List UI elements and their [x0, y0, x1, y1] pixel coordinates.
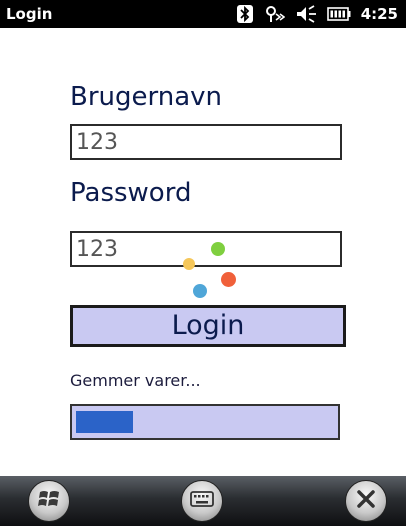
status-message: Gemmer varer... — [70, 371, 201, 390]
login-button[interactable]: Login — [70, 305, 346, 347]
status-bar: Login 4:25 — [0, 0, 406, 28]
spinner-dot — [183, 258, 195, 270]
windows-start-button[interactable] — [28, 480, 70, 522]
progress-bar — [70, 404, 340, 440]
volume-icon[interactable] — [295, 5, 317, 23]
window-title: Login — [6, 5, 53, 23]
close-button[interactable] — [345, 480, 387, 522]
username-field[interactable]: 123 — [70, 124, 342, 160]
loading-spinner-icon — [175, 242, 245, 302]
keyboard-icon — [190, 490, 214, 512]
spinner-dot — [211, 242, 225, 256]
bluetooth-icon[interactable] — [236, 5, 253, 23]
battery-icon[interactable] — [326, 6, 351, 22]
password-label: Password — [70, 178, 192, 208]
keyboard-button[interactable] — [181, 480, 223, 522]
username-label: Brugernavn — [70, 82, 223, 112]
clock: 4:25 — [360, 5, 398, 23]
signal-icon[interactable] — [263, 5, 285, 23]
taskbar — [0, 476, 406, 526]
spinner-dot — [221, 272, 236, 287]
progress-fill — [76, 411, 133, 433]
windows-start-icon — [37, 487, 61, 515]
spinner-dot — [193, 284, 207, 298]
close-icon — [355, 488, 377, 514]
status-icons: 4:25 — [236, 4, 398, 24]
